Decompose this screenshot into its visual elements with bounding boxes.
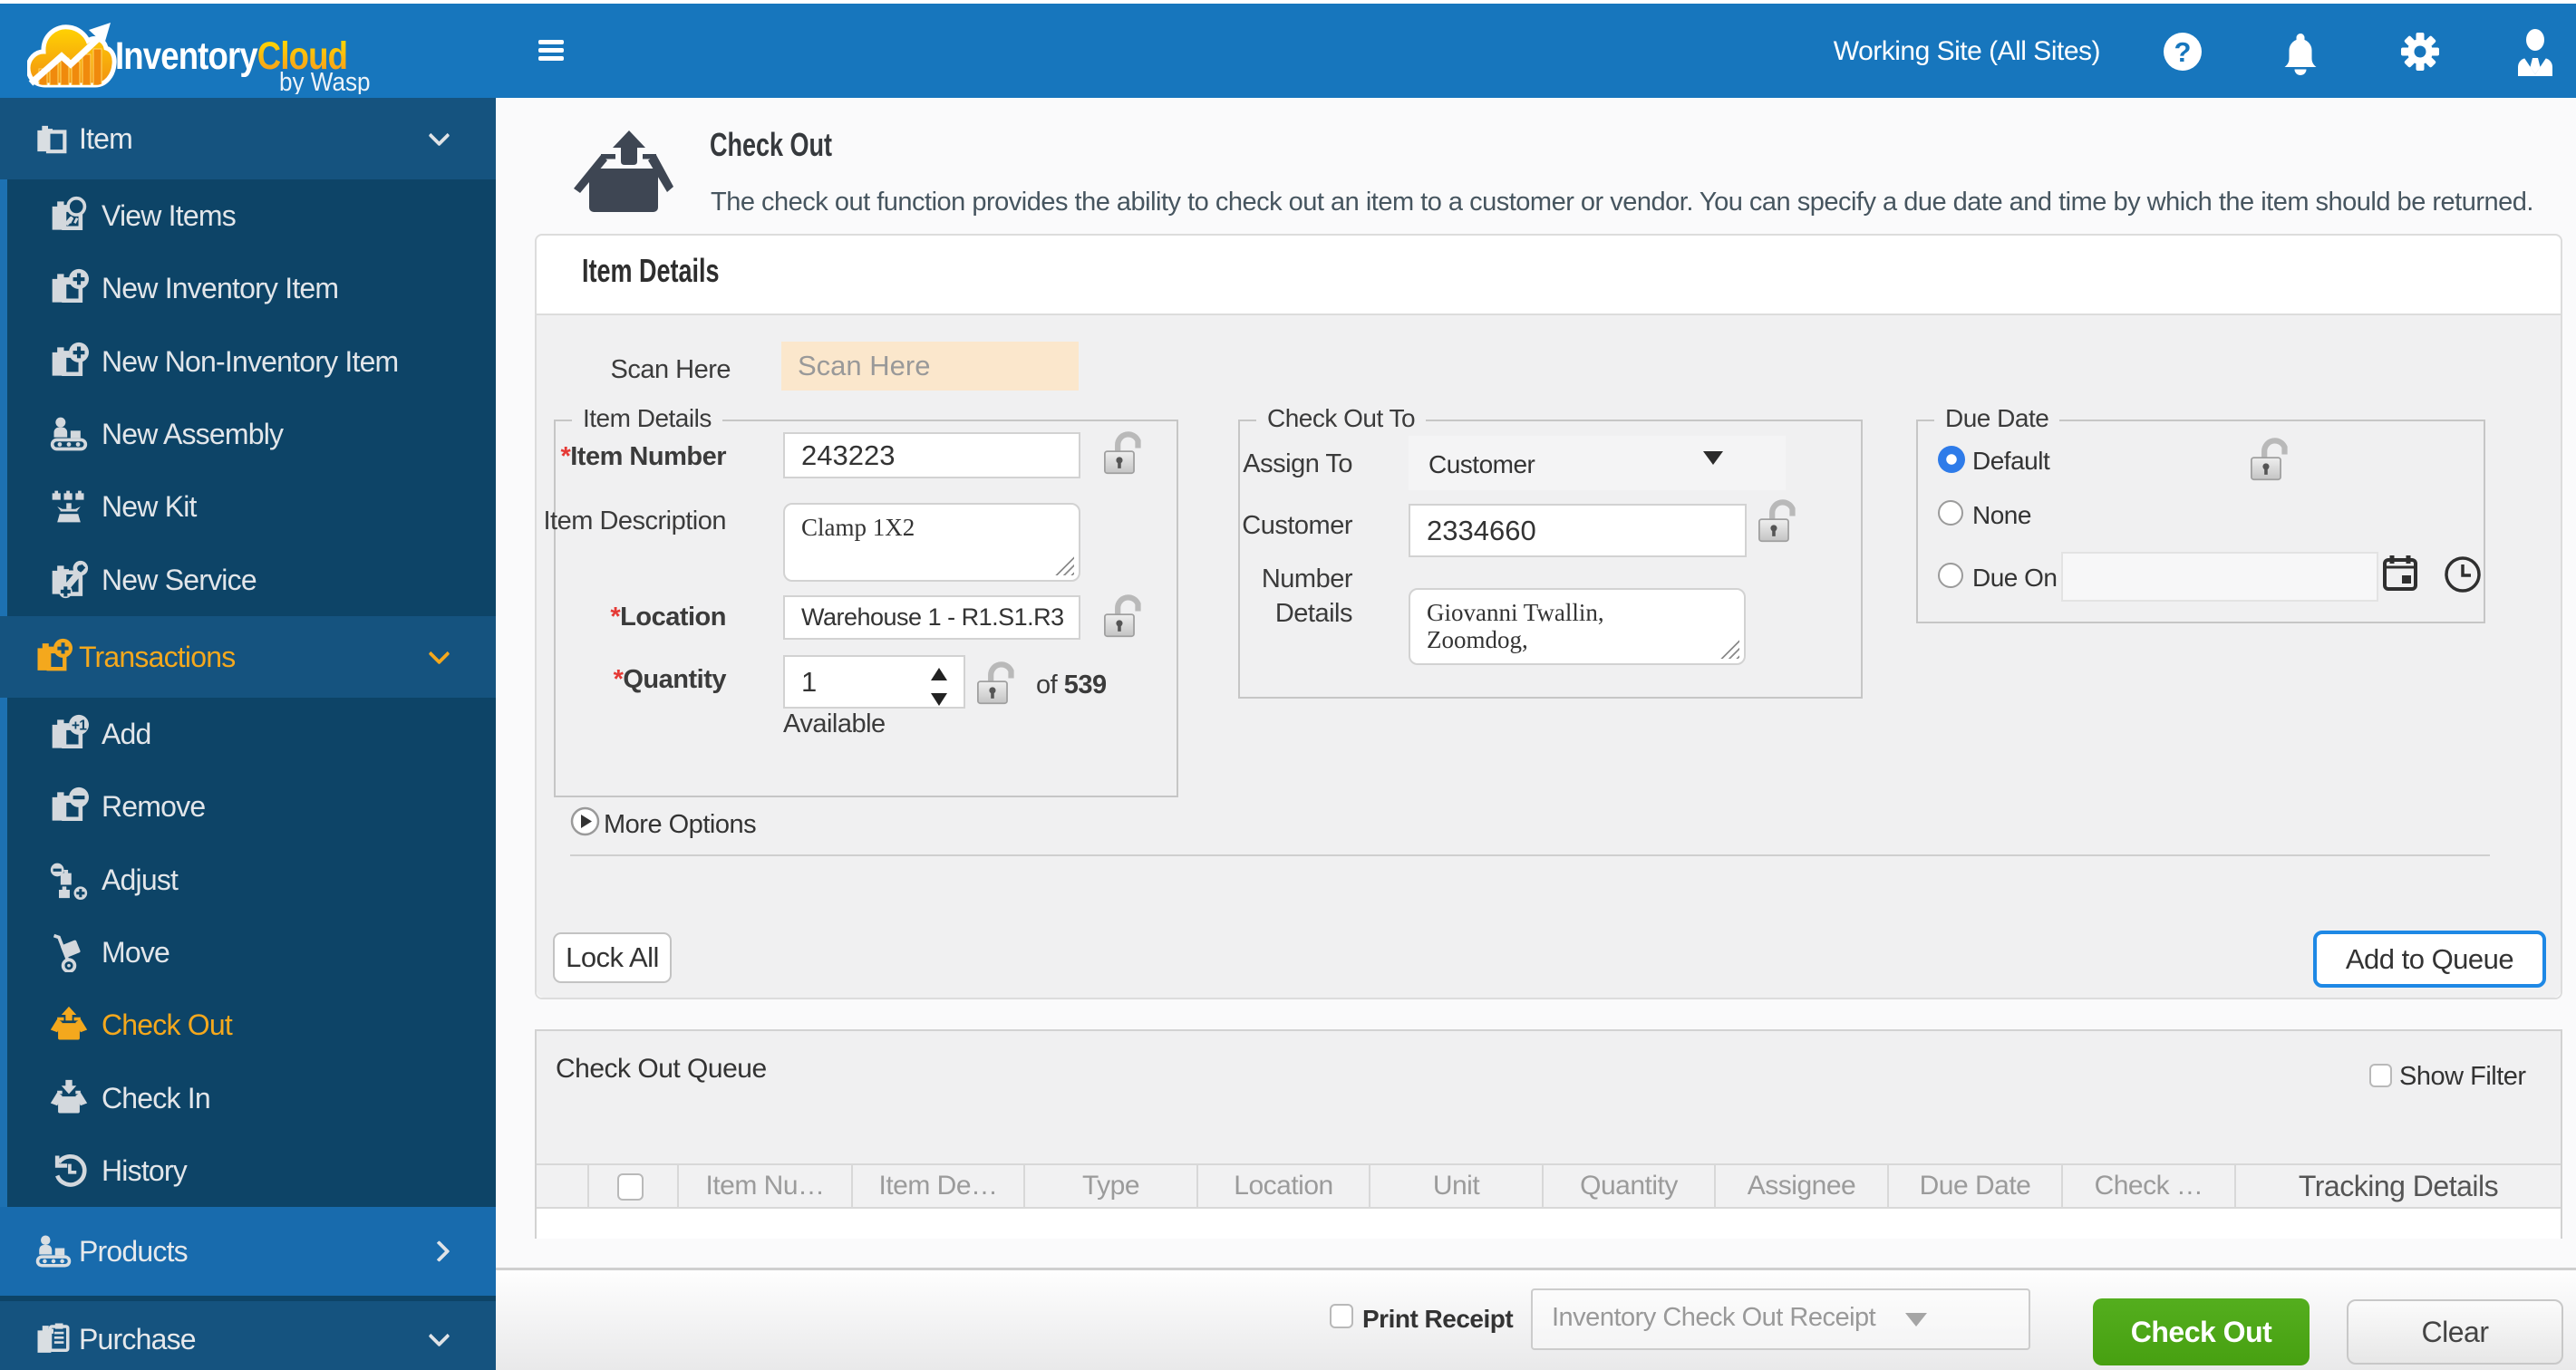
svg-text:?: ?	[2174, 36, 2192, 68]
svg-text:by Wasp: by Wasp	[279, 67, 371, 94]
